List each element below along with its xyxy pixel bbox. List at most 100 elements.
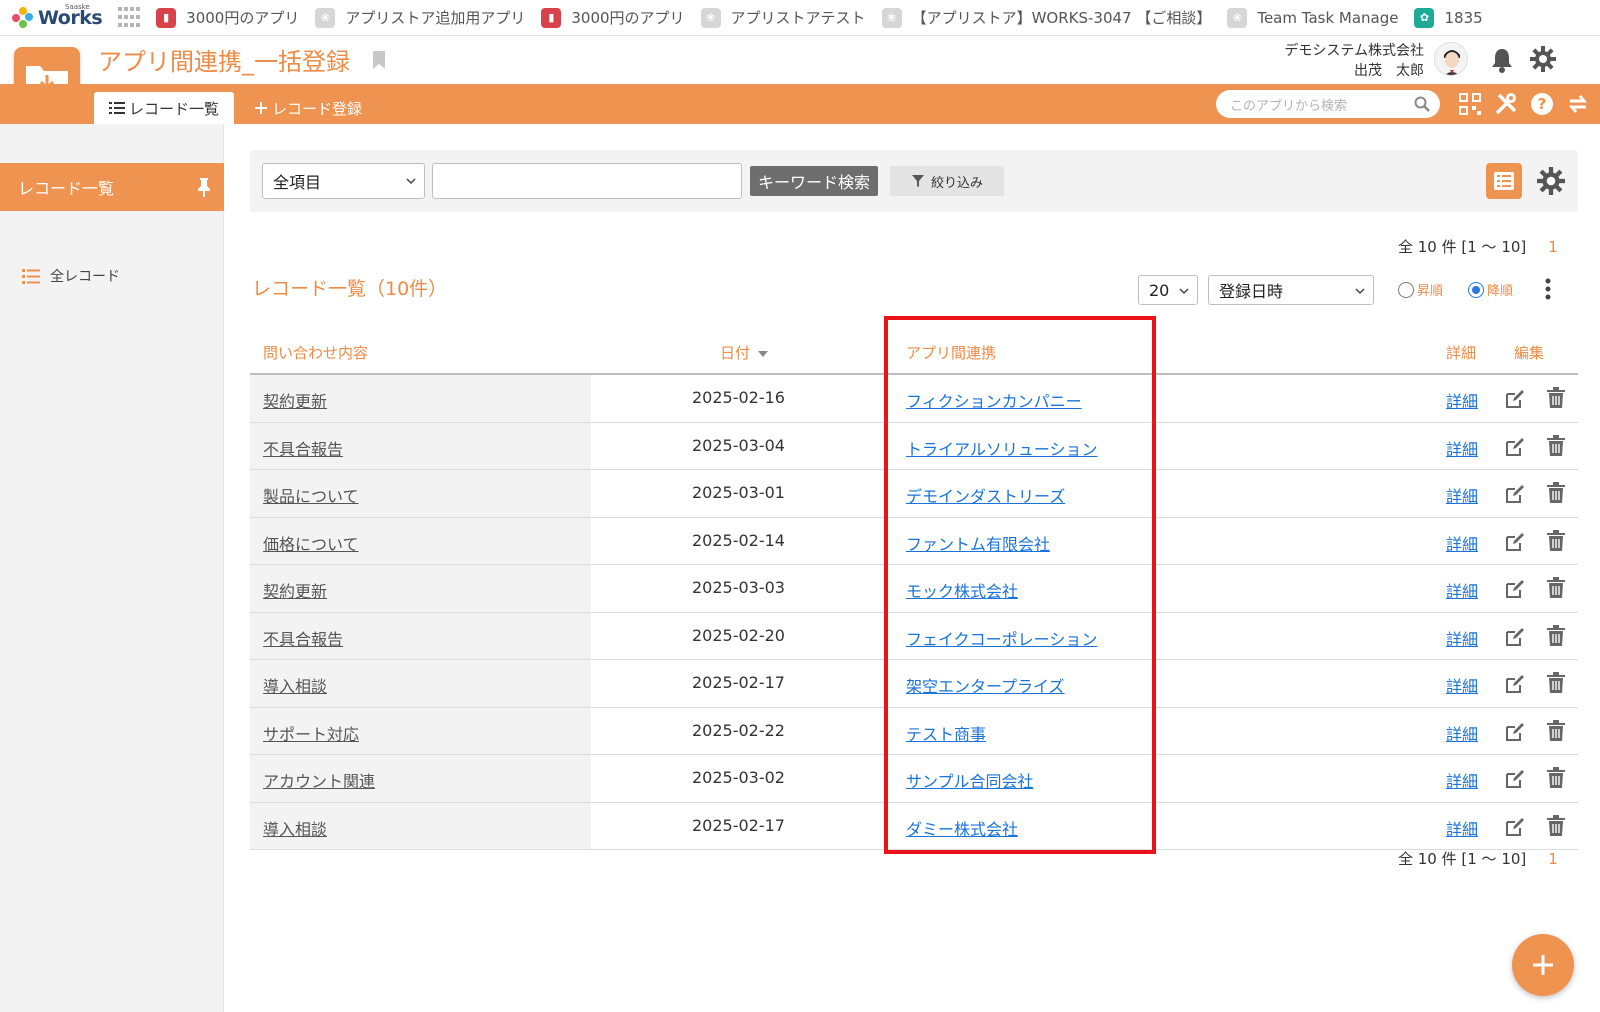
avatar[interactable] <box>1434 42 1468 76</box>
list-view-button[interactable] <box>1486 163 1522 199</box>
bookmark-item[interactable]: ❀ アプリストア追加用アプリ <box>315 7 525 28</box>
apps-grid-icon[interactable] <box>118 6 142 29</box>
bookmark-item[interactable]: ❀ 【アプリストア】WORKS-3047 【ご相談】 <box>881 7 1211 28</box>
bookmark-item[interactable]: ❀ Team Task Manage <box>1227 7 1399 28</box>
inquiry-link[interactable]: アカウント関連 <box>263 768 375 792</box>
keyword-input[interactable] <box>432 163 742 199</box>
inquiry-link[interactable]: 不具合報告 <box>263 436 343 460</box>
inquiry-link[interactable]: 製品について <box>263 483 359 507</box>
detail-link[interactable]: 詳細 <box>1446 436 1478 460</box>
search-icon[interactable] <box>1414 96 1430 112</box>
detail-link[interactable]: 詳細 <box>1446 578 1478 602</box>
bookmark-item[interactable]: ✿ 1835 <box>1414 7 1483 28</box>
sort-desc-radio[interactable]: 降順 <box>1468 280 1513 299</box>
help-icon[interactable]: ? <box>1530 92 1554 116</box>
detail-link[interactable]: 詳細 <box>1446 483 1478 507</box>
edit-icon[interactable] <box>1504 388 1526 410</box>
trash-icon[interactable] <box>1546 387 1566 409</box>
gear-icon[interactable] <box>1530 46 1556 72</box>
tab-record-list[interactable]: レコード一覧 <box>94 92 234 124</box>
app-gray-icon: ❀ <box>315 7 336 28</box>
bell-icon[interactable] <box>1490 47 1514 73</box>
related-record-link[interactable]: モック株式会社 <box>906 578 1018 602</box>
cell-date: 2025-02-16 <box>692 388 785 407</box>
sort-field-select[interactable]: 登録日時 <box>1208 275 1374 305</box>
inquiry-link[interactable]: 価格について <box>263 531 359 555</box>
related-record-link[interactable]: テスト商事 <box>906 721 986 745</box>
pin-icon[interactable] <box>196 177 212 197</box>
settings-icon[interactable] <box>1537 167 1565 195</box>
more-vertical-icon[interactable] <box>1545 278 1551 300</box>
inquiry-link[interactable]: 契約更新 <box>263 578 327 602</box>
detail-link[interactable]: 詳細 <box>1446 626 1478 650</box>
edit-icon[interactable] <box>1504 436 1526 458</box>
detail-link[interactable]: 詳細 <box>1446 721 1478 745</box>
related-record-link[interactable]: 架空エンタープライズ <box>906 673 1065 697</box>
cell-inquiry: 導入相談 <box>250 660 591 707</box>
detail-link[interactable]: 詳細 <box>1446 768 1478 792</box>
related-record-link[interactable]: トライアルソリューション <box>906 436 1098 460</box>
related-record-link[interactable]: サンプル合同会社 <box>906 768 1034 792</box>
field-select[interactable]: 全項目 <box>262 163 425 199</box>
bookmark-item[interactable]: ❀ アプリストアテスト <box>700 7 866 28</box>
trash-icon[interactable] <box>1546 767 1566 789</box>
inquiry-link[interactable]: 契約更新 <box>263 388 327 412</box>
sidebar-item-all-records[interactable]: 全レコード <box>22 266 120 286</box>
header-date[interactable]: 日付 <box>720 342 768 363</box>
header-related[interactable]: アプリ間連携 <box>906 342 996 363</box>
edit-icon[interactable] <box>1504 721 1526 743</box>
bookmark-icon[interactable] <box>372 50 386 70</box>
trash-icon[interactable] <box>1546 577 1566 599</box>
inquiry-link[interactable]: 不具合報告 <box>263 626 343 650</box>
records-table: 問い合わせ内容 日付 アプリ間連携 詳細 編集 契約更新 2025-02-16 フィ… <box>250 330 1578 850</box>
edit-icon[interactable] <box>1504 531 1526 553</box>
detail-link[interactable]: 詳細 <box>1446 673 1478 697</box>
edit-icon[interactable] <box>1504 768 1526 790</box>
inquiry-link[interactable]: 導入相談 <box>263 673 327 697</box>
trash-icon[interactable] <box>1546 814 1566 837</box>
trash-icon[interactable] <box>1546 719 1566 742</box>
pager-page-link[interactable]: 1 <box>1548 850 1558 868</box>
detail-link[interactable]: 詳細 <box>1446 388 1478 412</box>
cell-date: 2025-02-14 <box>692 530 785 550</box>
tab-record-add[interactable]: レコード登録 <box>254 92 362 124</box>
app-search-input[interactable]: このアプリから検索 <box>1216 90 1440 118</box>
related-record-link[interactable]: ファントム有限会社 <box>906 531 1050 555</box>
bookmark-item[interactable]: ▮ 3000円のアプリ <box>541 7 685 28</box>
pager-bottom: 全 10 件 [1 〜 10] 1 <box>1398 848 1558 869</box>
cell-date: 2025-03-04 <box>692 435 785 455</box>
inquiry-link[interactable]: 導入相談 <box>263 816 327 840</box>
edit-icon[interactable] <box>1504 578 1526 600</box>
app-red-icon: ▮ <box>541 7 562 28</box>
per-page-select[interactable]: 20 <box>1138 275 1198 305</box>
sidebar-item-record-list[interactable]: レコード一覧 <box>0 163 224 211</box>
add-record-fab[interactable] <box>1512 934 1574 996</box>
trash-icon[interactable] <box>1546 434 1566 457</box>
bookmark-label: Team Task Manage <box>1257 8 1399 27</box>
related-record-link[interactable]: デモインダストリーズ <box>906 483 1065 507</box>
sort-asc-radio[interactable]: 昇順 <box>1398 280 1443 299</box>
sync-icon[interactable] <box>1566 92 1590 116</box>
trash-icon[interactable] <box>1546 482 1566 504</box>
trash-icon[interactable] <box>1546 672 1566 694</box>
inquiry-link[interactable]: サポート対応 <box>263 721 359 745</box>
trash-icon[interactable] <box>1546 624 1566 647</box>
filter-button[interactable]: 絞り込み <box>890 166 1004 196</box>
detail-link[interactable]: 詳細 <box>1446 816 1478 840</box>
keyword-search-button[interactable]: キーワード検索 <box>750 166 878 196</box>
trash-icon[interactable] <box>1546 529 1566 552</box>
saaske-works-logo[interactable]: Saaske Works <box>12 0 103 35</box>
edit-icon[interactable] <box>1504 483 1526 505</box>
related-record-link[interactable]: フェイクコーポレーション <box>906 626 1097 650</box>
edit-icon[interactable] <box>1504 673 1526 695</box>
bookmark-item[interactable]: ▮ 3000円のアプリ <box>156 7 299 28</box>
edit-icon[interactable] <box>1504 626 1526 648</box>
qr-code-icon[interactable] <box>1458 92 1482 116</box>
edit-icon[interactable] <box>1504 816 1526 838</box>
related-record-link[interactable]: フィクションカンパニー <box>906 388 1082 412</box>
pager-page-link[interactable]: 1 <box>1548 238 1558 256</box>
related-record-link[interactable]: ダミー株式会社 <box>906 816 1018 840</box>
header-inquiry[interactable]: 問い合わせ内容 <box>263 342 368 363</box>
detail-link[interactable]: 詳細 <box>1446 531 1478 555</box>
tools-icon[interactable] <box>1494 92 1518 116</box>
